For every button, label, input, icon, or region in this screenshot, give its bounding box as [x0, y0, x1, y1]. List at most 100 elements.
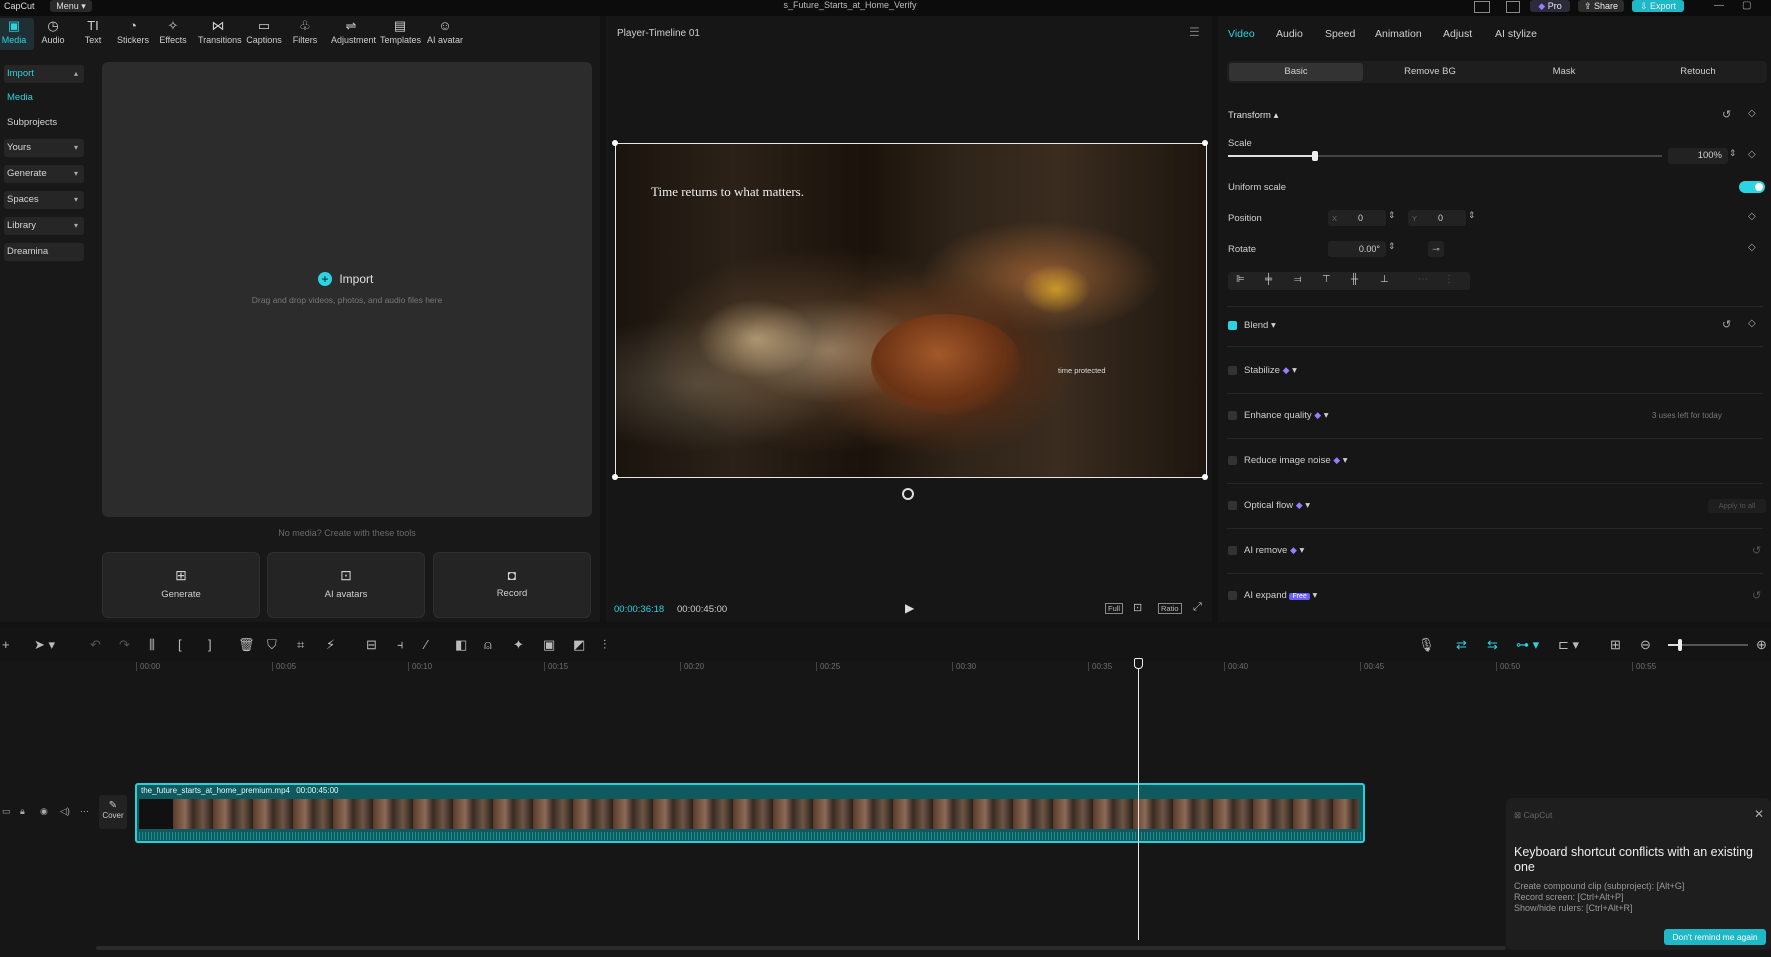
cover-button[interactable]: ✎ Cover: [99, 795, 127, 829]
align-center-v-icon[interactable]: ╫: [1351, 274, 1358, 285]
nav-import[interactable]: Import ▴: [4, 65, 84, 83]
optical-flow-checkbox[interactable]: [1228, 501, 1237, 510]
delete-icon[interactable]: 🗑︎: [238, 637, 255, 653]
tool-text[interactable]: TI Text: [73, 18, 113, 50]
tool-media[interactable]: ▣ Media: [0, 18, 34, 50]
nav-library[interactable]: Library ▾: [4, 217, 84, 235]
position-x-stepper-icon[interactable]: ⇕: [1388, 210, 1396, 221]
zoom-in-icon[interactable]: ⊕: [1756, 637, 1767, 653]
scale-slider-track[interactable]: [1228, 151, 1662, 161]
align-left-icon[interactable]: ⊫: [1236, 274, 1245, 285]
scale-stepper-icon[interactable]: ⇕: [1729, 148, 1737, 159]
caption-icon[interactable]: ▣: [543, 637, 555, 653]
tool-audio[interactable]: ◷ Audio: [33, 18, 73, 50]
tab-audio[interactable]: Audio: [1276, 28, 1303, 40]
ratio-button[interactable]: Ratio: [1158, 603, 1182, 614]
tab-video[interactable]: Video: [1228, 28, 1255, 40]
mute-icon[interactable]: ◁): [60, 806, 70, 817]
freeze-icon[interactable]: ⊟: [366, 637, 377, 653]
position-y-input[interactable]: Y 0: [1408, 210, 1466, 226]
position-y-stepper-icon[interactable]: ⇕: [1468, 210, 1476, 221]
stabilize-checkbox[interactable]: [1228, 366, 1237, 375]
scale-slider-handle[interactable]: [1311, 151, 1318, 161]
add-track-icon[interactable]: +: [2, 637, 10, 652]
scale-input[interactable]: 100%: [1668, 148, 1728, 164]
subtab-basic[interactable]: Basic: [1229, 63, 1363, 81]
fit-icon[interactable]: ⊞: [1610, 637, 1621, 653]
person-icon[interactable]: ⍝: [484, 637, 492, 653]
nav-generate[interactable]: Generate ▾: [4, 165, 84, 183]
audio-split-icon[interactable]: ⫶: [603, 637, 606, 653]
layout-icon[interactable]: [1474, 1, 1490, 13]
tab-adjust[interactable]: Adjust: [1443, 28, 1472, 40]
crop-icon[interactable]: ⌗: [297, 637, 304, 653]
mirror-icon[interactable]: ⫞: [397, 637, 404, 653]
zoom-out-icon[interactable]: ⊖: [1640, 637, 1651, 653]
position-x-input[interactable]: X 0: [1328, 210, 1386, 226]
speed-icon[interactable]: ⚡︎: [326, 637, 335, 653]
ai-remove-checkbox[interactable]: [1228, 546, 1237, 555]
snapshot-icon[interactable]: ⊡: [1133, 601, 1142, 614]
tool-ai-avatar[interactable]: ☺ AI avatar: [425, 18, 465, 50]
enhance-checkbox[interactable]: [1228, 411, 1237, 420]
shield-icon[interactable]: ⛉: [267, 637, 277, 653]
uniform-scale-toggle[interactable]: [1739, 181, 1765, 193]
rotate-handle-icon[interactable]: [902, 488, 914, 500]
reset-ai-expand-icon[interactable]: ↺: [1752, 589, 1761, 602]
track-type-icon[interactable]: ▭: [2, 806, 11, 817]
tool-transitions[interactable]: ⋈ Transitions: [198, 18, 242, 50]
position-keyframe-icon[interactable]: ◇: [1748, 211, 1756, 222]
generate-card[interactable]: ⊞ Generate: [102, 552, 260, 618]
reduce-noise-label[interactable]: Reduce image noise ◆ ▾: [1244, 455, 1348, 466]
eye-icon[interactable]: ◉: [40, 806, 48, 817]
resize-handle-tr[interactable]: [1202, 140, 1208, 146]
ai-expand-checkbox[interactable]: [1228, 591, 1237, 600]
tool-filters[interactable]: ♧ Filters: [285, 18, 325, 50]
menu-button[interactable]: Menu ▾: [50, 0, 92, 12]
preview-axis-icon[interactable]: ⊏ ▾: [1558, 637, 1579, 653]
microphone-icon[interactable]: 🎙︎: [1418, 637, 1435, 653]
resize-handle-br[interactable]: [1202, 474, 1208, 480]
lock-icon[interactable]: 🔒︎: [20, 806, 25, 817]
undo-icon[interactable]: ↶: [90, 637, 101, 653]
dont-remind-button[interactable]: Don't remind me again: [1664, 929, 1766, 945]
nav-dreamina[interactable]: Dreamina: [4, 243, 84, 261]
tool-templates[interactable]: ▤ Templates: [380, 18, 421, 50]
export-button[interactable]: ⇩ Export: [1632, 0, 1684, 12]
reset-transform-icon[interactable]: ↺: [1722, 108, 1731, 121]
subtab-retouch[interactable]: Retouch: [1631, 63, 1765, 81]
import-button[interactable]: + Import: [318, 272, 373, 286]
enhance-label[interactable]: Enhance quality ◆ ▾: [1244, 410, 1329, 421]
close-icon[interactable]: ✕: [1754, 807, 1764, 821]
wand-icon[interactable]: ✦: [513, 637, 524, 653]
nav-spaces[interactable]: Spaces ▾: [4, 191, 84, 209]
timeline-scrollbar[interactable]: [96, 946, 1506, 950]
tab-speed[interactable]: Speed: [1325, 28, 1355, 40]
link-main-icon[interactable]: ⇄: [1456, 637, 1467, 653]
magic-icon[interactable]: ⁄: [425, 637, 427, 652]
reset-ai-remove-icon[interactable]: ↺: [1752, 544, 1761, 557]
zoom-slider-handle[interactable]: [1678, 639, 1682, 651]
playhead[interactable]: [1134, 658, 1143, 940]
tab-ai-stylize[interactable]: AI stylize: [1495, 28, 1537, 40]
stabilize-label[interactable]: Stabilize ◆ ▾: [1244, 365, 1297, 376]
subtab-mask[interactable]: Mask: [1497, 63, 1631, 81]
select-tool-icon[interactable]: ➤ ▾: [34, 637, 55, 653]
zoom-slider[interactable]: [1668, 639, 1748, 651]
shortcut-icon[interactable]: [1506, 1, 1520, 13]
record-card[interactable]: ◘ Record: [433, 552, 591, 618]
rotate-flip-icon[interactable]: ⊸: [1428, 241, 1444, 257]
tool-effects[interactable]: ✧ Effects: [153, 18, 193, 50]
align-top-icon[interactable]: ⊤: [1322, 274, 1331, 285]
nav-yours[interactable]: Yours ▾: [4, 139, 84, 157]
minimize-icon[interactable]: —: [1714, 0, 1724, 11]
video-preview[interactable]: Time returns to what matters. time prote…: [615, 143, 1207, 478]
split-left-icon[interactable]: [: [178, 637, 182, 652]
rotate-input[interactable]: 0.00°: [1328, 241, 1386, 257]
nav-media[interactable]: Media: [4, 89, 84, 107]
ai-expand-label[interactable]: AI expand Free ▾: [1244, 590, 1317, 601]
ai-avatars-card[interactable]: ⊡ AI avatars: [267, 552, 425, 618]
align-bottom-icon[interactable]: ⊥: [1380, 274, 1389, 285]
nav-subprojects[interactable]: Subprojects: [4, 114, 84, 132]
apply-all-button[interactable]: Apply to all: [1708, 499, 1766, 513]
